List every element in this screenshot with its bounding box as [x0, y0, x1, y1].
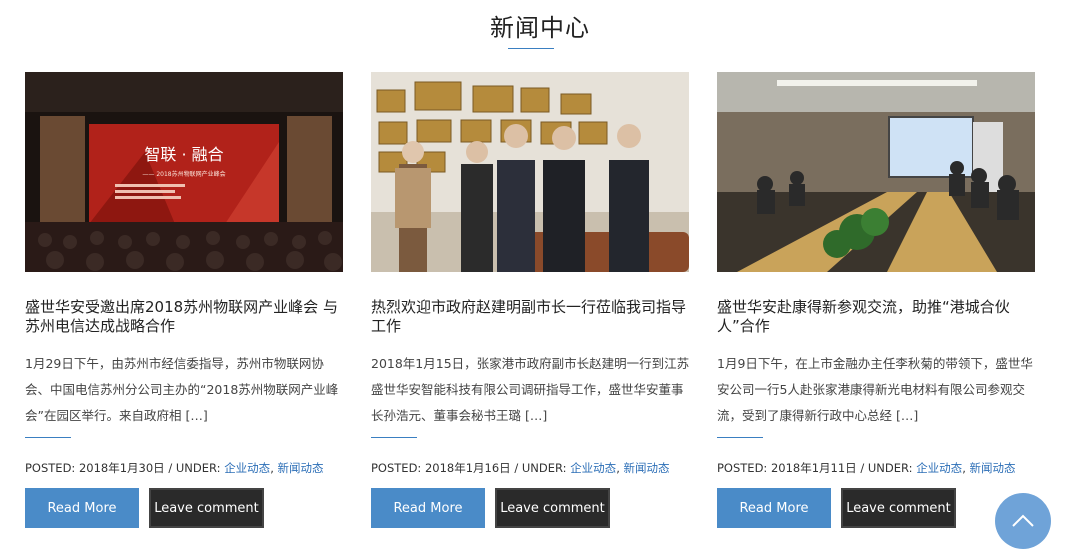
conference-photo: 智联 · 融合 —— 2018苏州物联网产业峰会 [25, 72, 343, 272]
category-link-news[interactable]: 新闻动态 [624, 461, 670, 475]
post-excerpt: 2018年1月15日，张家港市政府副市长赵建明一行到江苏盛世华安智能科技有限公司… [371, 356, 690, 423]
section-title: 新闻中心 [490, 14, 590, 42]
leave-comment-button[interactable]: Leave comment [841, 488, 956, 528]
news-card-3: 盛世华安赴康得新参观交流，助推“港城合伙人”合作 1月9日下午，在上市金融办主任… [717, 72, 1037, 528]
post-excerpt: 1月9日下午，在上市金融办主任李秋菊的带领下，盛世华安公司一行5人赴张家港康得新… [717, 356, 1033, 423]
post-title[interactable]: 盛世华安受邀出席2018苏州物联网产业峰会 与苏州电信达成战略合作 [25, 298, 345, 336]
post-date: 2018年1月16日 [424, 461, 511, 475]
news-card-1: 智联 · 融合 —— 2018苏州物联网产业峰会 盛世华安受邀出席2018苏州物… [25, 72, 345, 528]
chevron-up-icon [1012, 514, 1034, 527]
under-label: / UNDER: [860, 461, 913, 475]
category-link-company-news[interactable]: 企业动态 [224, 461, 270, 475]
posted-label: POSTED: [371, 461, 422, 475]
stage-title: 智联 · 融合 [144, 145, 223, 164]
post-title[interactable]: 盛世华安赴康得新参观交流，助推“港城合伙人”合作 [717, 298, 1037, 336]
read-more-button[interactable]: Read More [25, 488, 139, 528]
leave-comment-button[interactable]: Leave comment [495, 488, 610, 528]
post-title[interactable]: 热烈欢迎市政府赵建明副市长一行莅临我司指导工作 [371, 298, 691, 336]
posted-label: POSTED: [717, 461, 768, 475]
under-label: / UNDER: [514, 461, 567, 475]
read-more-button[interactable]: Read More [717, 488, 831, 528]
visit-photo [371, 72, 689, 272]
post-excerpt: 1月29日下午，由苏州市经信委指导，苏州市物联网协会、中国电信苏州分公司主办的“… [25, 356, 339, 423]
category-link-company-news[interactable]: 企业动态 [570, 461, 616, 475]
category-link-news[interactable]: 新闻动态 [278, 461, 324, 475]
post-date: 2018年1月11日 [770, 461, 857, 475]
back-to-top-button[interactable] [995, 493, 1051, 549]
post-thumbnail-2[interactable] [371, 72, 689, 272]
post-thumbnail-3[interactable] [717, 72, 1035, 272]
news-card-2: 热烈欢迎市政府赵建明副市长一行莅临我司指导工作 2018年1月15日，张家港市政… [371, 72, 691, 528]
excerpt-divider [717, 437, 763, 438]
post-thumbnail-1[interactable]: 智联 · 融合 —— 2018苏州物联网产业峰会 [25, 72, 343, 272]
post-meta: POSTED: 2018年1月11日 / UNDER: 企业动态, 新闻动态 [717, 461, 1016, 475]
leave-comment-button[interactable]: Leave comment [149, 488, 264, 528]
posted-label: POSTED: [25, 461, 76, 475]
excerpt-divider [25, 437, 71, 438]
title-underline [508, 48, 554, 49]
category-link-news[interactable]: 新闻动态 [970, 461, 1016, 475]
read-more-button[interactable]: Read More [371, 488, 485, 528]
post-meta: POSTED: 2018年1月30日 / UNDER: 企业动态, 新闻动态 [25, 461, 324, 475]
stage-subtitle: —— 2018苏州物联网产业峰会 [142, 170, 225, 178]
post-meta: POSTED: 2018年1月16日 / UNDER: 企业动态, 新闻动态 [371, 461, 670, 475]
under-label: / UNDER: [168, 461, 221, 475]
meeting-photo [717, 72, 1035, 272]
category-link-company-news[interactable]: 企业动态 [916, 461, 962, 475]
excerpt-divider [371, 437, 417, 438]
post-date: 2018年1月30日 [78, 461, 165, 475]
